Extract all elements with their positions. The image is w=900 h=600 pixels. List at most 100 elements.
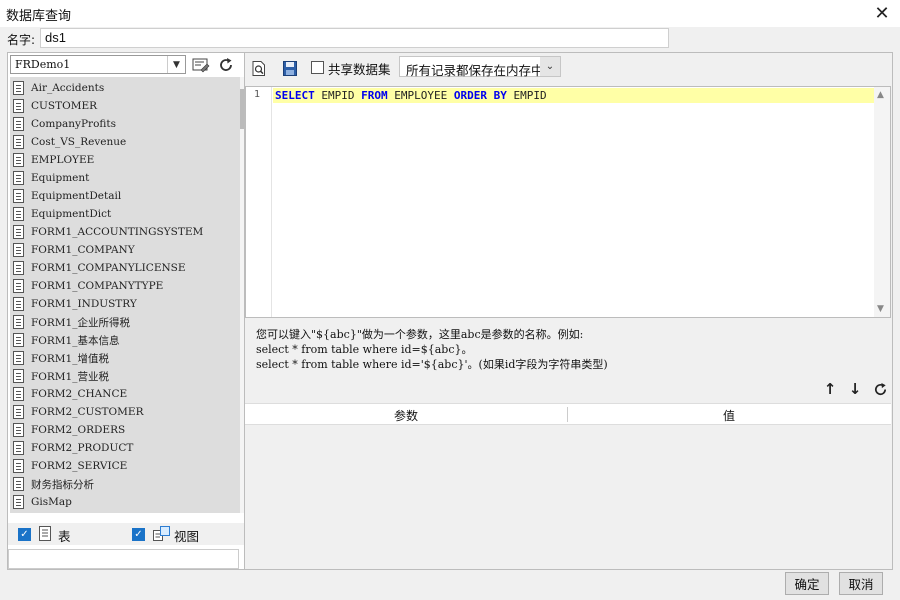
scrollbar-thumb[interactable] — [240, 89, 244, 129]
title-bar: 数据库查询 ✕ — [0, 0, 900, 27]
show-views-checkbox[interactable]: ✓ — [132, 528, 145, 541]
table-list-item[interactable]: FORM2_CUSTOMER — [10, 403, 240, 421]
close-icon: ✕ — [874, 3, 890, 24]
table-icon — [13, 99, 24, 113]
table-list-item[interactable]: FORM1_INDUSTRY — [10, 295, 240, 313]
table-list-item[interactable]: Air_Accidents — [10, 79, 240, 97]
table-list-item[interactable]: Equipment — [10, 169, 240, 187]
table-list-item[interactable]: EquipmentDetail — [10, 187, 240, 205]
view-icon — [153, 526, 170, 541]
table-name: FORM1_营业税 — [31, 370, 109, 383]
table-icon — [13, 477, 24, 491]
table-name: FORM2_SERVICE — [31, 460, 128, 472]
table-icon — [13, 153, 24, 167]
table-list-item[interactable]: FORM1_企业所得税 — [10, 313, 240, 331]
connection-select[interactable]: FRDemo1 ▼ — [10, 55, 186, 74]
show-tables-checkbox[interactable]: ✓ — [18, 528, 31, 541]
table-icon — [13, 207, 24, 221]
cancel-button[interactable]: 取消 — [839, 572, 883, 595]
filter-row: ✓ 表 ✓ 视图 — [8, 523, 244, 545]
table-list-item[interactable]: FORM2_PRODUCT — [10, 439, 240, 457]
scroll-down-icon[interactable]: ▼ — [877, 304, 884, 314]
save-query-button[interactable] — [280, 58, 300, 78]
table-icon — [39, 526, 51, 541]
edit-connection-button[interactable] — [190, 55, 212, 74]
table-icon — [13, 405, 24, 419]
name-input[interactable]: ds1 — [40, 28, 669, 48]
table-list-item[interactable]: FORM1_COMPANYTYPE — [10, 277, 240, 295]
table-list-scrollbar[interactable] — [240, 77, 244, 513]
hint-line-2: select * from table where id=${abc}。 — [256, 343, 473, 356]
table-list-item[interactable]: 财务指标分析 — [10, 475, 240, 493]
sql-editor[interactable]: 1 SELECT EMPID FROM EMPLOYEE ORDER BY EM… — [245, 86, 891, 318]
table-list-item[interactable]: FORM2_SERVICE — [10, 457, 240, 475]
value-column-header: 值 — [722, 409, 735, 423]
arrow-up-icon: ↑ — [823, 380, 837, 398]
sql-keyword: FROM — [361, 89, 388, 102]
table-list-item[interactable]: FORM2_CHANCE — [10, 385, 240, 403]
scroll-up-icon[interactable]: ▲ — [877, 90, 884, 100]
table-list-item[interactable]: GisMap — [10, 493, 240, 511]
refresh-params-button[interactable] — [872, 380, 888, 398]
table-name: EquipmentDetail — [31, 190, 122, 202]
share-dataset-label: 共享数据集 — [328, 62, 391, 77]
table-name: EMPLOYEE — [31, 154, 95, 166]
table-icon — [13, 117, 24, 131]
sql-keyword: SELECT — [275, 89, 315, 102]
line-number-gutter: 1 — [246, 87, 272, 317]
parameter-table: 参数 值 — [245, 403, 891, 569]
table-list-item[interactable]: EquipmentDict — [10, 205, 240, 223]
table-icon — [13, 243, 24, 257]
parameter-toolbar: ↑ ↓ — [822, 380, 888, 398]
table-list-item[interactable]: Cost_VS_Revenue — [10, 133, 240, 151]
table-icon — [13, 495, 24, 509]
table-icon — [13, 225, 24, 239]
move-down-button[interactable]: ↓ — [847, 380, 863, 398]
table-list-item[interactable]: FORM1_增值税 — [10, 349, 240, 367]
save-icon — [283, 60, 297, 76]
table-name: FORM1_COMPANYLICENSE — [31, 262, 186, 274]
table-name: Cost_VS_Revenue — [31, 136, 127, 148]
sql-editor-scrollbar[interactable]: ▲ ▼ — [874, 87, 890, 317]
table-list-item[interactable]: FORM1_基本信息 — [10, 331, 240, 349]
table-name: Equipment — [31, 172, 90, 184]
preview-button[interactable] — [249, 58, 269, 78]
table-list-item[interactable]: CompanyProfits — [10, 115, 240, 133]
ok-button[interactable]: 确定 — [785, 572, 829, 595]
table-name: CUSTOMER — [31, 100, 98, 112]
hint-line-1: 您可以键入"${abc}"做为一个参数，这里abc是参数的名称。例如: — [256, 328, 584, 341]
table-list-item[interactable]: CUSTOMER — [10, 97, 240, 115]
table-list-item[interactable]: FORM1_COMPANYLICENSE — [10, 259, 240, 277]
refresh-connection-button[interactable] — [215, 55, 237, 74]
table-list-item[interactable]: FORM2_ORDERS — [10, 421, 240, 439]
sql-line-1[interactable]: SELECT EMPID FROM EMPLOYEE ORDER BY EMPI… — [273, 88, 874, 103]
table-name: FORM2_PRODUCT — [31, 442, 134, 454]
share-dataset-checkbox[interactable] — [311, 61, 324, 74]
edit-connection-icon — [192, 58, 210, 72]
table-icon — [13, 351, 24, 365]
table-list-item[interactable]: FORM1_COMPANY — [10, 241, 240, 259]
move-up-button[interactable]: ↑ — [822, 380, 838, 398]
table-icon — [13, 459, 24, 473]
table-list-item[interactable]: FORM1_ACCOUNTINGSYSTEM — [10, 223, 240, 241]
table-icon — [13, 261, 24, 275]
table-name: Air_Accidents — [31, 82, 105, 94]
memory-mode-select[interactable]: 所有记录都保存在内存中 ⌄ — [399, 56, 561, 78]
table-list-container: Air_Accidents CUSTOMER CompanyProfits Cost_… — [10, 77, 240, 513]
show-views-label: 视图 — [174, 529, 200, 544]
table-list-item[interactable]: FORM1_营业税 — [10, 367, 240, 385]
close-button[interactable]: ✕ — [864, 0, 900, 27]
line-number: 1 — [254, 89, 261, 100]
preview-icon — [252, 60, 265, 76]
table-browser-panel: FRDemo1 ▼ Air_Accidents CUSTOMER CompanyPr… — [7, 52, 245, 570]
table-name: FORM1_COMPANYTYPE — [31, 280, 164, 292]
table-list-item[interactable]: EMPLOYEE — [10, 151, 240, 169]
table-name: CompanyProfits — [31, 118, 117, 130]
table-icon — [13, 81, 24, 95]
sql-identifier: EMPLOYEE — [387, 89, 454, 102]
table-search-input[interactable] — [8, 549, 239, 569]
parameter-hint: 您可以键入"${abc}"做为一个参数，这里abc是参数的名称。例如: sele… — [256, 327, 608, 372]
table-icon — [13, 369, 24, 383]
table-list: Air_Accidents CUSTOMER CompanyProfits Cost_… — [10, 77, 240, 511]
table-name: FORM2_CUSTOMER — [31, 406, 144, 418]
